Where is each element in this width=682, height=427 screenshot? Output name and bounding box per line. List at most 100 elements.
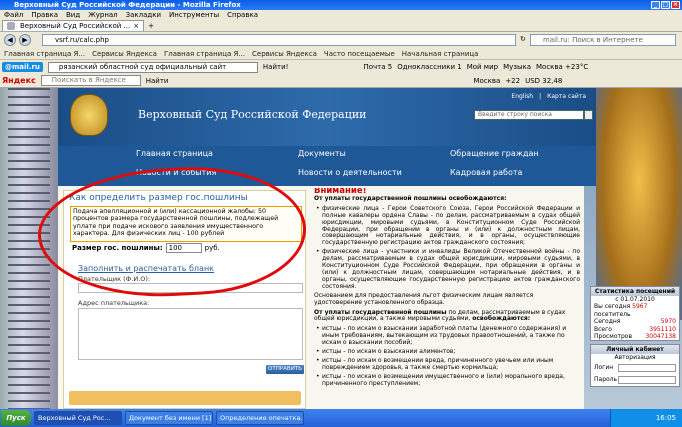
bookmark-item[interactable]: Начальная страница [402, 50, 479, 58]
reload-icon[interactable]: ↻ [520, 35, 526, 43]
calc-title: Как определить размер гос.пошлины [69, 193, 248, 203]
mailru-find-button[interactable]: Найти! [263, 63, 289, 71]
menu-view[interactable]: Вид [66, 11, 80, 19]
yandex-search-input[interactable]: Поискать в Яндексе [40, 75, 141, 86]
info-title: Внимание! [314, 188, 367, 196]
english-link[interactable]: English [511, 93, 533, 100]
yandex-toolbar: Яндекс Поискать в Яндексе Найти Москва +… [0, 74, 682, 88]
mailru-music-link[interactable]: Музыка [503, 63, 531, 71]
site-nav: Главная страница Документы Обращение гра… [58, 146, 596, 186]
clock[interactable]: 16:05 [656, 414, 676, 422]
tab-close-icon[interactable]: × [133, 22, 139, 30]
info-small-item: истцы - по искам о взыскании алиментов; [314, 348, 580, 356]
system-tray: 16:05 [610, 409, 682, 427]
address-textarea[interactable] [78, 308, 303, 360]
calc-footer-bar [69, 391, 301, 405]
mailru-toolbar: @mail.ru рязанский областной суд официал… [0, 60, 682, 74]
fill-form-title[interactable]: Заполнить и распечатать бланк [78, 264, 214, 273]
stats-title: Статистика посещений [591, 287, 679, 296]
bookmark-item[interactable]: Сервисы Яндекса [252, 50, 317, 58]
window-title: Верховный Суд Российской Федерации - Moz… [14, 1, 241, 9]
info-small-item: истцы - по искам о взыскании заработной … [314, 325, 580, 347]
stats-views: Просмотров 30047138 [594, 333, 676, 341]
info-small-item: истцы - по искам о возмещении имуществен… [314, 373, 580, 388]
mailru-ok-link[interactable]: Одноклассники 1 [397, 63, 461, 71]
yandex-city[interactable]: Москва [473, 77, 500, 85]
bookmark-item[interactable]: Главная страница Я... [164, 50, 245, 58]
right-sidebar: Статистика посещений с 01.07.2010 Вы сег… [586, 286, 682, 409]
yandex-logo[interactable]: Яндекс [2, 76, 36, 85]
menu-bookmarks[interactable]: Закладки [126, 11, 161, 19]
url-bar[interactable]: vsrf.ru/calc.php [42, 34, 516, 46]
mailru-logo[interactable]: @mail.ru [2, 62, 43, 72]
stats-box: Статистика посещений с 01.07.2010 Вы сег… [590, 286, 680, 342]
send-button[interactable]: ОТПРАВИТЬ [266, 365, 304, 374]
info-lead: От уплаты государственной пошлины освобо… [314, 194, 507, 202]
favicon-icon [7, 22, 15, 30]
info-panel: Внимание! От уплаты государственной пошл… [314, 188, 580, 409]
nav-citizens[interactable]: Обращение граждан [450, 149, 539, 158]
calc-description: Подача апелляционной и (или) кассационно… [70, 206, 302, 242]
taskbar-item[interactable]: Документ без имени [1]... [125, 411, 213, 425]
maximize-button[interactable]: □ [661, 1, 670, 9]
menu-history[interactable]: Журнал [88, 11, 117, 19]
cabinet-title: Личный кабинет [591, 345, 679, 355]
nav-documents[interactable]: Документы [298, 149, 346, 158]
close-button[interactable]: × [671, 1, 680, 9]
info-item: физические лица - Герои Советского Союза… [314, 205, 580, 247]
mailru-weather[interactable]: Москва +23°С [536, 63, 588, 71]
site-search-button[interactable] [584, 110, 593, 120]
taskbar-item[interactable]: Верховный Суд Рос... [34, 411, 122, 425]
mailru-world-link[interactable]: Мой мир [467, 63, 498, 71]
address-label: Адрес плательщика: [78, 299, 150, 307]
tab-vsrf[interactable]: Верховный Суд Российской ... × [2, 20, 145, 31]
taskbar: Пуск Верховный Суд Рос... Документ без и… [0, 409, 682, 427]
nav-toolbar: ◀ ▶ vsrf.ru/calc.php ↻ mail.ru: Поиск в … [0, 32, 682, 48]
tab-strip: Верховный Суд Российской ... × + [0, 20, 682, 32]
site-header: Верховный Суд Российской Федерации Engli… [58, 88, 596, 154]
fee-row: Размер гос. пошлины: 100 руб. [72, 243, 220, 253]
nav-activity[interactable]: Новости о деятельности [298, 168, 402, 177]
minimize-button[interactable]: _ [651, 1, 660, 9]
forward-icon[interactable]: ▶ [19, 34, 31, 46]
nav-news[interactable]: Новости и события [136, 168, 216, 177]
page-viewport: Верховный Суд Российской Федерации Engli… [0, 88, 682, 409]
mailru-search-input[interactable]: рязанский областной суд официальный сайт [47, 61, 258, 73]
info-para2: От уплаты государственной пошлины по дел… [314, 308, 566, 323]
web-search-input[interactable]: mail.ru: Поиск в Интернете [530, 34, 676, 46]
nav-home[interactable]: Главная страница [136, 149, 213, 158]
stats-today: Сегодня 5970 [594, 318, 676, 326]
menu-help[interactable]: Справка [227, 11, 258, 19]
password-input[interactable] [618, 375, 676, 384]
menu-edit[interactable]: Правка [31, 11, 58, 19]
bookmark-item[interactable]: Часто посещаемые [324, 50, 395, 58]
menu-bar: Файл Правка Вид Журнал Закладки Инструме… [0, 10, 682, 20]
login-input[interactable] [618, 363, 676, 372]
taskbar-item[interactable]: Определение опечатка... [216, 411, 304, 425]
info-para: Основанием для предоставления льгот физи… [314, 291, 534, 306]
new-tab-icon[interactable]: + [148, 22, 154, 30]
payer-label: Плательщик (Ф.И.О): [78, 275, 151, 283]
yandex-usd: USD 32,48 [525, 76, 563, 85]
cabinet-auth: Авторизация [614, 354, 656, 362]
fee-unit: руб. [204, 244, 220, 252]
building-image [0, 88, 58, 409]
mailru-mail-link[interactable]: Почта 5 [363, 63, 392, 71]
bookmark-item[interactable]: Сервисы Яндекса [92, 50, 157, 58]
window-titlebar: Верховный Суд Российской Федерации - Moz… [0, 0, 682, 10]
fee-input[interactable]: 100 [165, 243, 202, 253]
bookmark-item[interactable]: Главная страница Я... [4, 50, 85, 58]
nav-hr[interactable]: Кадровая работа [450, 168, 522, 177]
payer-input[interactable] [78, 283, 303, 293]
back-icon[interactable]: ◀ [4, 34, 16, 46]
site-title: Верховный Суд Российской Федерации [138, 108, 367, 121]
start-button[interactable]: Пуск [1, 410, 31, 426]
yandex-find-button[interactable]: Найти [146, 77, 169, 85]
fee-calculator: Как определить размер гос.пошлины Подача… [63, 190, 306, 409]
menu-tools[interactable]: Инструменты [169, 11, 219, 19]
menu-file[interactable]: Файл [4, 11, 23, 19]
login-label: Логин [594, 364, 614, 372]
sitemap-link[interactable]: Карта сайта [547, 93, 586, 100]
cabinet-box: Личный кабинет Авторизация Логин Пароль [590, 344, 680, 387]
site-search-input[interactable]: Введите строку поиска [474, 110, 584, 120]
